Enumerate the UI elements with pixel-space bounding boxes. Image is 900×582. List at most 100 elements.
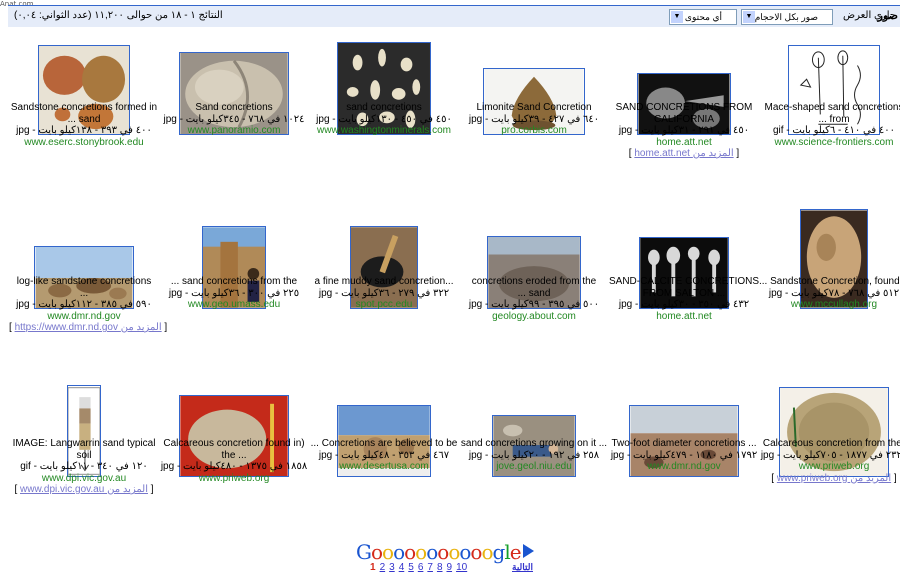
result-meta: ٣٢٢ في ٢٧٩ - ٣٦كيلو بايت - jpg bbox=[318, 287, 450, 299]
result-title[interactable]: ... Sandstone Concretion, found in bbox=[759, 276, 900, 288]
result-title-cont[interactable]: ... sand bbox=[9, 114, 159, 126]
results-header-bar: النتائج ١ - ١٨ من حوالى ١١,٢٠٠ (عدد الثو… bbox=[8, 5, 900, 27]
more-from-link[interactable]: https://www.dmr.nd.gov المزيد من bbox=[15, 322, 162, 333]
result-url: www.science-frontiers.com bbox=[774, 136, 894, 148]
dropdown-arrow-icon: ▼ bbox=[671, 11, 683, 23]
result-title[interactable]: Limonite Sand Concretion bbox=[459, 102, 609, 114]
result-title-cont[interactable]: FROM SALTON ... bbox=[609, 288, 759, 300]
next-arrow-icon[interactable] bbox=[522, 544, 534, 558]
result-meta: ٢٥٨ في ١٩٢ - ٢٠كيلو بايت - jpg bbox=[468, 449, 600, 461]
result-url: www.eserc.stonybrook.edu bbox=[24, 136, 144, 148]
result-url: www.dmr.nd.gov bbox=[47, 310, 121, 322]
logo-letter: g bbox=[492, 540, 506, 564]
page-link-10[interactable]: 10 bbox=[456, 562, 467, 573]
page-link-5[interactable]: 5 bbox=[408, 562, 414, 573]
more-from-row: [ www.priweb.org المزيد من ] bbox=[771, 472, 897, 484]
content-type-select[interactable]: ▼ أي محتوى bbox=[669, 9, 737, 25]
result-title[interactable]: Sand concretions bbox=[159, 102, 309, 114]
next-page-link[interactable]: التالية bbox=[512, 562, 533, 573]
result-title-cont[interactable]: ... bbox=[9, 288, 159, 300]
page-link-1: 1 bbox=[370, 562, 376, 573]
result-title[interactable]: ... sand concretions from the bbox=[159, 276, 309, 288]
result-title[interactable]: sand concretions growing on it ... bbox=[459, 438, 609, 450]
result-url: pro.corbis.com bbox=[501, 125, 567, 136]
result-title[interactable]: concretions eroded from the bbox=[459, 276, 609, 288]
logo-letter: o bbox=[459, 540, 471, 564]
result-title[interactable]: Calcareous concretion found in) bbox=[159, 438, 309, 450]
result-meta: ٤٥٠ في ٤٥٠ - ١٣٠كيلو بايت - jpg bbox=[316, 113, 452, 125]
logo-letter: o bbox=[382, 540, 394, 564]
result-url: home.att.net bbox=[656, 136, 712, 148]
logo-letter: o bbox=[393, 540, 405, 564]
result-url: www.priweb.org bbox=[198, 472, 270, 484]
result-meta: ٤٦٧ في ٣٥٣ - ٤٨كيلو بايت - jpg bbox=[318, 449, 450, 461]
result-title[interactable]: Calcareous concretion from the) bbox=[759, 438, 900, 450]
logo-letter: o bbox=[448, 540, 460, 564]
result-title[interactable]: Two-foot diameter concretions ... bbox=[609, 438, 759, 450]
result-title[interactable]: SAND-CALCITE CONCRETIONS bbox=[609, 276, 759, 288]
result-url: spot.pcc.edu bbox=[355, 299, 413, 310]
result-title[interactable]: SAND CONCRETIONS FROM bbox=[609, 102, 759, 114]
result-title-cont[interactable]: ... from bbox=[759, 114, 900, 126]
result-title[interactable]: Sandstone concretions formed in bbox=[9, 102, 159, 114]
result-url: www.dmr.nd.gov bbox=[647, 461, 721, 472]
logo-letter: o bbox=[437, 540, 449, 564]
result-title-cont[interactable]: CALIFORNIA bbox=[609, 114, 759, 126]
result-title-cont[interactable]: ... sand bbox=[459, 288, 609, 300]
result-meta: ٤٣٢ في ٣٥٠ - ٣٠كيلو بايت - jpg bbox=[618, 299, 750, 310]
result-title-cont[interactable]: soil bbox=[9, 450, 159, 462]
result-meta: ١٢٠ في ٣٤٠ - ١١كيلو بايت - gif bbox=[20, 461, 148, 472]
page-link-3[interactable]: 3 bbox=[389, 562, 395, 573]
result-url: www.desertusa.com bbox=[339, 461, 429, 472]
result-title[interactable]: a fine muddy sand concretion... bbox=[309, 276, 459, 288]
result-meta: ١٧٩٢ في ١١٨٠ - ٤٧٩كيلو بايت - jpg bbox=[610, 449, 758, 461]
result-title[interactable]: log-like sandstone concretions bbox=[9, 276, 159, 288]
result-meta: ٢٢٥ في ٣٠٠ - ٣٦كيلو بايت - jpg bbox=[168, 287, 300, 299]
content-type-value: أي محتوى bbox=[684, 12, 722, 22]
result-title-cont[interactable]: the ... bbox=[159, 450, 309, 462]
result-meta: ٥١٢ في ٧٦٨ - ٧٨كيلو بايت - jpg bbox=[768, 287, 900, 299]
pager-logo: Gooooooooooogle bbox=[356, 540, 536, 564]
image-size-value: صور بكل الاحجام bbox=[754, 12, 818, 22]
logo-letter: e bbox=[509, 540, 522, 564]
page-link-7[interactable]: 7 bbox=[427, 562, 433, 573]
results-count-text: النتائج ١ - ١٨ من حوالى ١١,٢٠٠ (عدد الثو… bbox=[14, 10, 223, 21]
result-title[interactable]: sand concretions bbox=[309, 102, 459, 114]
result-url: www.priweb.org bbox=[798, 461, 870, 472]
dropdown-arrow-icon: ▼ bbox=[743, 11, 755, 23]
logo-letter: o bbox=[404, 540, 416, 564]
result-url: www.panoramio.com bbox=[187, 125, 281, 136]
result-meta: ١٠٢٤ في ٧٦٨ - ٣٤٥كيلو بايت - jpg bbox=[163, 113, 305, 125]
logo-letter: o bbox=[481, 540, 493, 564]
more-from-row: [ www.dpi.vic.gov.au المزيد من ] bbox=[14, 484, 154, 495]
more-from-link[interactable]: www.dpi.vic.gov.au المزيد من bbox=[20, 484, 148, 495]
result-meta: ٤٠٠ في ٣٩٣ - ١٣٨كيلو بايت - jpg bbox=[16, 125, 152, 136]
result-meta: ٢٣٢٩ في ١٨٧٧ - ٧٠٥كيلو بايت - jpg bbox=[760, 449, 900, 461]
page-link-2[interactable]: 2 bbox=[380, 562, 386, 573]
image-size-select[interactable]: ▼ صور بكل الاحجام bbox=[741, 9, 833, 25]
result-url: home.att.net bbox=[656, 310, 712, 322]
page-link-8[interactable]: 8 bbox=[437, 562, 443, 573]
more-from-link[interactable]: home.att.net المزيد من bbox=[634, 148, 733, 159]
more-from-link[interactable]: www.priweb.org المزيد من bbox=[777, 473, 891, 484]
logo-letter: o bbox=[426, 540, 438, 564]
page-links: 1 2 3 4 5 6 7 8 9 10 التالية bbox=[370, 562, 533, 573]
result-url: jove.geol.niu.edu bbox=[496, 461, 572, 472]
more-from-row: [ https://www.dmr.nd.gov المزيد من ] bbox=[9, 322, 168, 333]
page-link-4[interactable]: 4 bbox=[399, 562, 405, 573]
result-meta: ٤٠٠ في ٤١٠ - ٦كيلو بايت - gif bbox=[772, 125, 896, 136]
logo-letter: o bbox=[470, 540, 482, 564]
page-link-9[interactable]: 9 bbox=[447, 562, 453, 573]
result-url: www.washingtonminerals.com bbox=[317, 125, 451, 136]
more-from-row: [ home.att.net المزيد من ] bbox=[628, 148, 740, 159]
result-meta: ٥٠٠ في ٣٩٥ - ٩٩كيلو بايت - jpg bbox=[468, 299, 600, 310]
result-url: geology.about.com bbox=[492, 310, 576, 322]
result-url: www.geo.umass.edu bbox=[187, 299, 281, 310]
page-link-6[interactable]: 6 bbox=[418, 562, 424, 573]
logo-letter: o bbox=[415, 540, 427, 564]
result-title[interactable]: Mace-shaped sand concretions bbox=[759, 102, 900, 114]
result-title[interactable]: ... Concretions are believed to be bbox=[309, 438, 459, 450]
logo-letter: G bbox=[356, 540, 372, 564]
result-title[interactable]: IMAGE: Langwarrin sand typical bbox=[9, 438, 159, 450]
result-meta: ٦٤٠ في ٤٢٧ - ٣٩كيلو بايت - jpg bbox=[468, 113, 600, 125]
